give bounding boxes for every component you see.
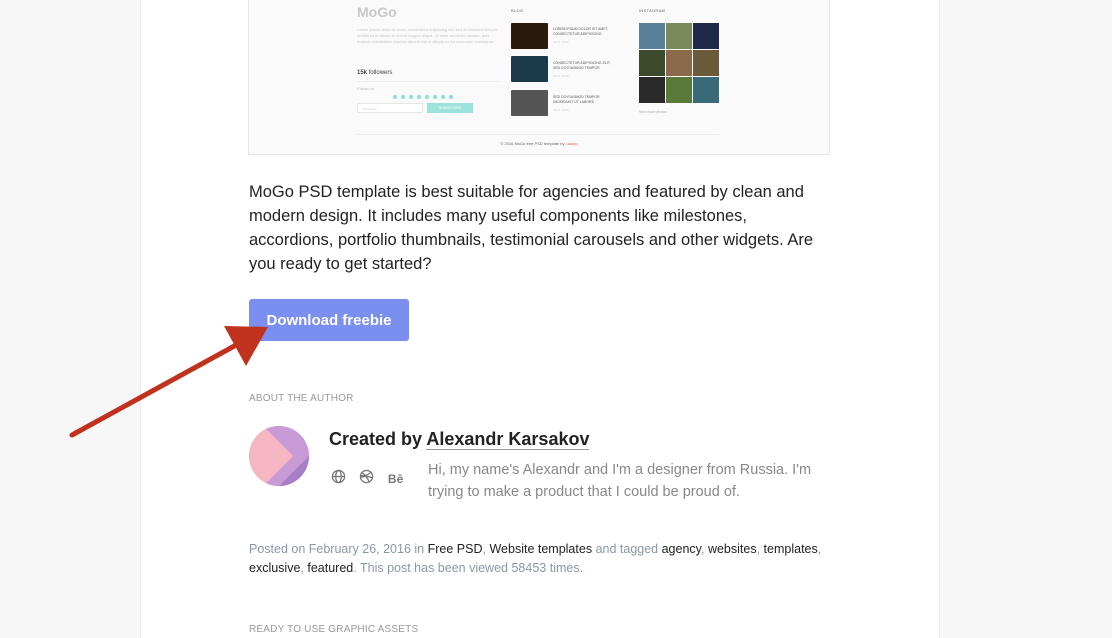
preview-blog-date-1: Jan 9, 2016 [553,40,569,44]
preview-blog-date-3: Jan 9, 2016 [553,108,569,112]
preview-view-more: View more photos [639,110,667,114]
preview-instagram-photo [693,77,719,103]
youtube-icon [433,95,437,99]
preview-blog-thumb-2 [511,56,548,82]
preview-blog-title: BLOG [511,8,524,13]
preview-blog-date-2: Jan 9, 2016 [553,74,569,78]
preview-divider [357,81,501,82]
preview-instagram-title: INSTAGRAM [639,8,666,13]
created-by-label: Created by [329,429,423,449]
author-heading: Created by Alexandr Karsakov [329,429,590,450]
preview-copyright: © 2016 MoGo free PSD template by Laaqiq [249,141,829,146]
preview-copyright-text: © 2016 MoGo free PSD template by [500,141,565,146]
tumblr-icon [449,95,453,99]
website-globe-icon[interactable] [331,469,346,489]
preview-subscribe-button: SUBSCRIBE [427,103,473,113]
template-preview-image: MoGo Lorem ipsum dolor sit amet, consect… [248,0,830,155]
preview-instagram-photo [639,77,665,103]
preview-instagram-photo [693,50,719,76]
preview-instagram-photo [639,23,665,49]
author-avatar[interactable] [249,426,309,486]
behance-icon[interactable]: Bē [388,472,403,486]
preview-email-input: Your Email [357,103,423,113]
dribbble-icon[interactable] [359,469,374,489]
instagram-icon [409,95,413,99]
facebook-icon [393,95,397,99]
preview-instagram-photo [666,77,692,103]
google-plus-icon [425,95,429,99]
twitter-icon [401,95,405,99]
preview-logo: MoGo [357,4,397,20]
tag-link-templates[interactable]: templates [764,542,818,556]
preview-blog-title-1: LOREM IPSUM DOLOR SIT AMET, CONSECTETUR … [553,27,609,36]
post-meta: Posted on February 26, 2016 in Free PSD,… [249,542,822,575]
author-social-links: Bē [331,469,412,487]
preview-copyright-author: Laaqiq [565,141,578,146]
category-separator: , [482,542,486,556]
download-freebie-button[interactable]: Download freebie [249,299,409,341]
tag-link-websites[interactable]: websites [708,542,757,556]
avatar-logo-icon [249,426,309,486]
dribbble-icon [441,95,445,99]
preview-blog-title-3: SED DO EIUSMOD TEMPOR INCIDIDUNT UT LABO… [553,95,600,104]
preview-intro-text: Lorem ipsum dolor sit amet, consectetur … [357,27,498,44]
preview-followers-count: 15k [357,70,368,76]
preview-blog-title-2: CONSECTETUR ADIPISICING ELIT, SED DO EIU… [553,61,611,70]
author-bio: Hi, my name's Alexandr and I'm a designe… [428,462,812,500]
template-description: MoGo PSD template is best suitable for a… [249,183,814,273]
tag-link-featured[interactable]: featured [307,561,353,575]
preview-follow-us: Follow us: [357,86,376,91]
preview-followers-label: followers [368,70,393,76]
preview-instagram-photo [639,50,665,76]
tag-link-exclusive[interactable]: exclusive [249,561,300,575]
posted-on-text: Posted on February 26, 2016 in [249,542,425,556]
category-link-website-templates[interactable]: Website templates [489,542,592,556]
tag-link-agency[interactable]: agency [662,542,701,556]
and-tagged-text: and tagged [595,542,659,556]
preview-followers: 15k followers [357,70,392,76]
views-suffix: times. [549,560,584,575]
graphic-assets-heading: READY TO USE GRAPHIC ASSETS [249,624,419,635]
views-count: 58453 [511,560,547,575]
preview-instagram-photo [693,23,719,49]
preview-instagram-photo [666,23,692,49]
author-name-link[interactable]: Alexandr Karsakov [426,429,590,450]
preview-footer-divider [357,134,719,135]
views-prefix: This post has been viewed [359,560,508,575]
preview-instagram-photo [666,50,692,76]
pinterest-icon [417,95,421,99]
category-link-free-psd[interactable]: Free PSD [428,542,483,556]
preview-blog-thumb-3 [511,90,548,116]
preview-blog-thumb-1 [511,23,548,49]
about-author-heading: ABOUT THE AUTHOR [249,393,354,404]
preview-social-icons [393,86,457,104]
